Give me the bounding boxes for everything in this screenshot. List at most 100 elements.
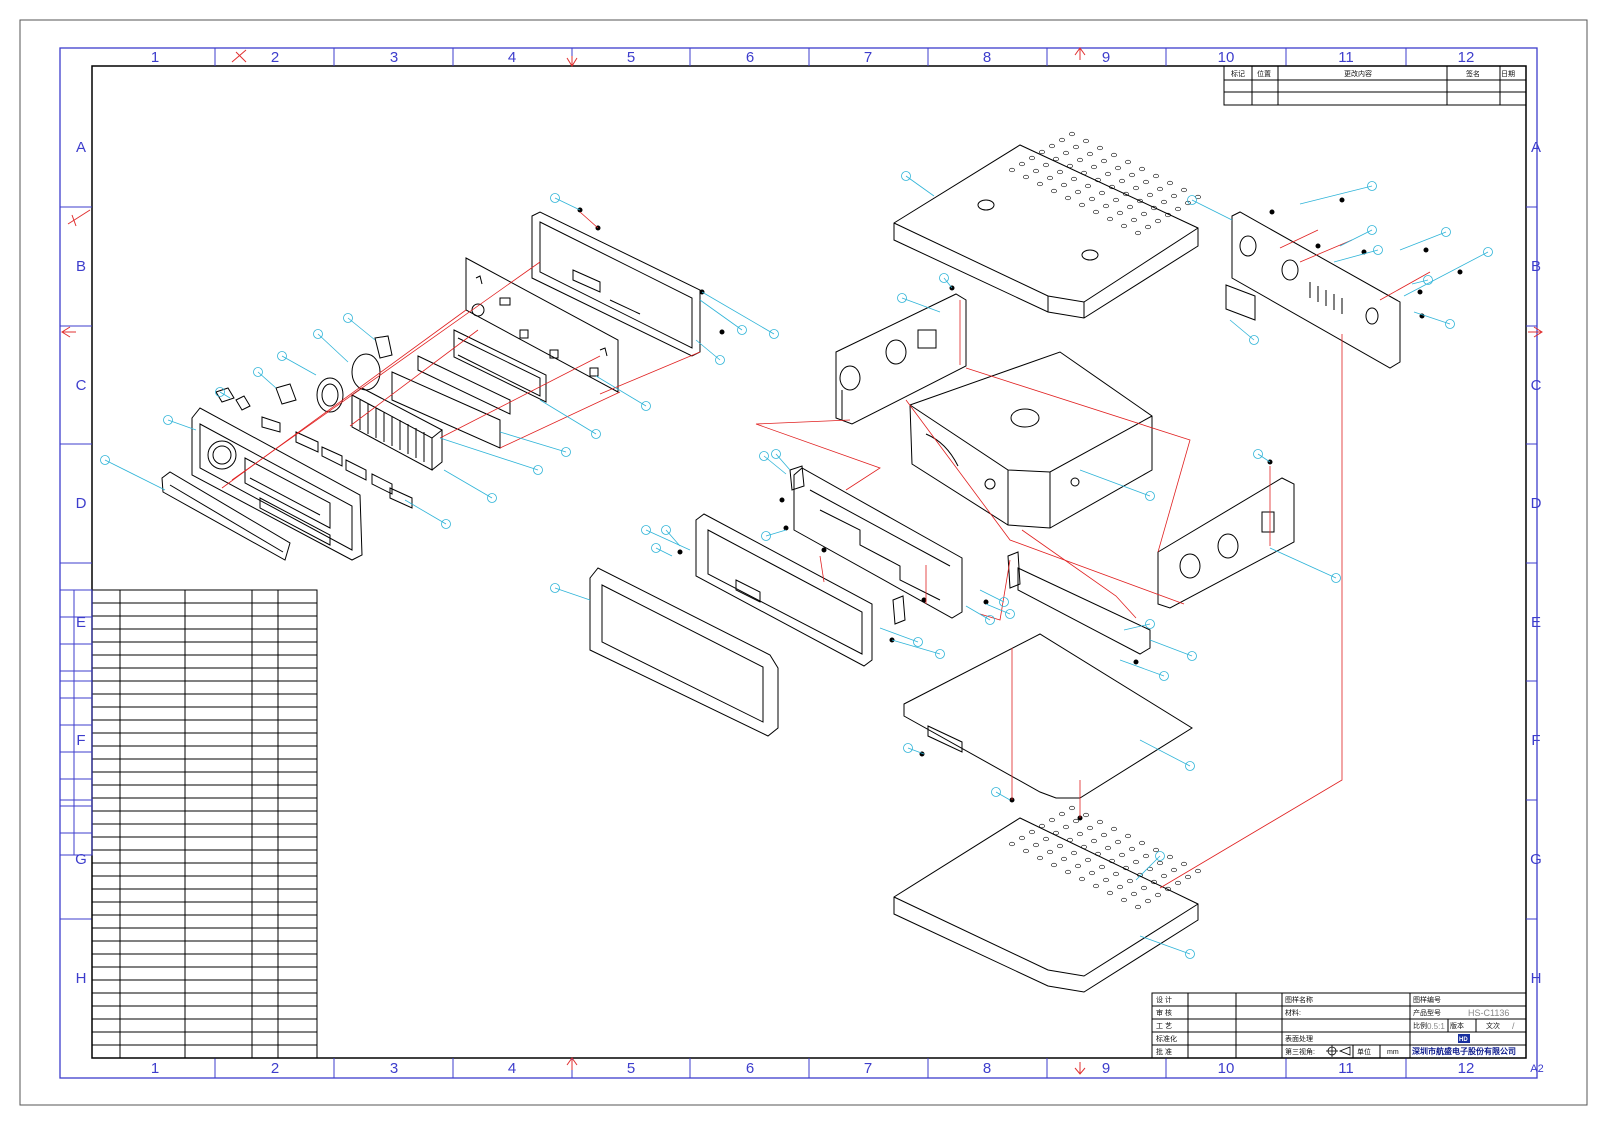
- callout-leader-line: [404, 499, 447, 525]
- vent-hole: [1107, 890, 1113, 896]
- callout-leader-line: [257, 371, 277, 389]
- zone-row-g: G: [75, 851, 87, 868]
- vent-hole: [1063, 824, 1069, 830]
- tb-standardization: 标准化: [1156, 1034, 1177, 1043]
- exploded-parts: [161, 131, 1463, 993]
- zone-row-a-right: A: [1531, 139, 1541, 156]
- zone-col-5: 5: [627, 49, 635, 66]
- zone-col-1-bottom: 1: [151, 1060, 159, 1077]
- vent-hole: [1117, 210, 1123, 216]
- zone-row-f-right: F: [1531, 732, 1540, 749]
- mounting-strip: [1007, 551, 1151, 655]
- callout-leader-line: [554, 587, 591, 601]
- vent-hole: [1059, 811, 1065, 817]
- front-pcb: [465, 257, 619, 393]
- rev-header-content: 更改内容: [1344, 69, 1372, 78]
- vent-hole: [1065, 869, 1071, 875]
- zone-col-5-bottom: 5: [627, 1060, 635, 1077]
- vent-hole: [1065, 195, 1071, 201]
- zone-col-3-bottom: 3: [390, 1060, 398, 1077]
- zone-col-9-bottom: 9: [1102, 1060, 1110, 1077]
- front-bezel-chassis: [695, 513, 873, 667]
- vent-hole: [1097, 145, 1103, 151]
- vent-hole: [1057, 169, 1063, 175]
- vent-hole: [1171, 193, 1177, 199]
- vent-hole: [1143, 179, 1149, 185]
- vent-hole: [1061, 182, 1067, 188]
- tb-drawing-number: 图样编号: [1413, 995, 1441, 1004]
- top-cover: [893, 131, 1201, 319]
- callout-leader-line: [281, 355, 317, 376]
- vent-hole: [1101, 832, 1107, 838]
- vent-hole: [1113, 871, 1119, 877]
- vent-hole: [1073, 144, 1079, 150]
- zone-row-b-right: B: [1531, 258, 1541, 275]
- vent-hole: [1029, 155, 1035, 161]
- zone-row-c-right: C: [1531, 377, 1542, 394]
- vent-hole: [1079, 876, 1085, 882]
- vent-hole: [1075, 189, 1081, 195]
- tb-surface-treatment: 表面处理: [1285, 1034, 1313, 1043]
- bottom-cover: [893, 805, 1201, 993]
- vent-hole: [1155, 892, 1161, 898]
- front-metal-bracket: [793, 467, 963, 619]
- vent-hole: [1069, 805, 1075, 811]
- vent-hole: [1131, 891, 1137, 897]
- zone-row-d-right: D: [1531, 495, 1542, 512]
- vent-hole: [1073, 818, 1079, 824]
- vent-hole: [1135, 904, 1141, 910]
- callout-leader-line: [1123, 623, 1151, 631]
- vent-hole: [1071, 176, 1077, 182]
- zone-col-2: 2: [271, 49, 279, 66]
- vent-hole: [1049, 817, 1055, 823]
- vent-hole: [1087, 151, 1093, 157]
- centering-marks: [61, 47, 1543, 1075]
- outer-zone-frame: [59, 47, 1538, 1079]
- vent-hole: [1157, 186, 1163, 192]
- tb-company-name: 深圳市航盛电子股份有限公司: [1412, 1046, 1516, 1056]
- vent-hole: [1161, 199, 1167, 205]
- vent-hole: [1115, 165, 1121, 171]
- zone-row-h-right: H: [1531, 970, 1542, 987]
- zone-col-8-bottom: 8: [983, 1060, 991, 1077]
- title-block: 设 计 审 核 工 艺 标准化 批 准 图样名称 材料: 表面处理 第三视角: …: [1151, 992, 1527, 1059]
- callout-leader-line: [645, 529, 691, 551]
- small-bracket: [789, 465, 906, 625]
- left-side-plate: [835, 293, 967, 425]
- vent-hole: [1115, 839, 1121, 845]
- tb-product-model: 产品型号: [1413, 1008, 1441, 1017]
- vent-hole: [1051, 188, 1057, 194]
- zone-col-4: 4: [508, 49, 516, 66]
- vent-hole: [1167, 180, 1173, 186]
- zone-row-h: H: [76, 970, 87, 987]
- zone-ticks: [60, 48, 1537, 1078]
- vent-hole: [1091, 164, 1097, 170]
- callout-leader-line: [317, 333, 349, 363]
- front-back-cover: [531, 211, 701, 357]
- callout-leader-line: [905, 175, 935, 197]
- screws: [577, 197, 1463, 821]
- zone-row-d: D: [76, 495, 87, 512]
- lcd-heatsink: [351, 387, 443, 471]
- vent-hole: [1181, 861, 1187, 867]
- rev-header-date: 日期: [1501, 70, 1515, 78]
- vent-hole: [1037, 181, 1043, 187]
- vent-hole: [1125, 159, 1131, 165]
- vent-hole: [1139, 840, 1145, 846]
- callout-leader-line: [1333, 249, 1379, 263]
- callout-leader-line: [1339, 229, 1373, 247]
- vent-hole: [1133, 185, 1139, 191]
- vent-hole: [1023, 848, 1029, 854]
- vent-hole: [1145, 898, 1151, 904]
- zone-col-11-bottom: 11: [1338, 1060, 1354, 1077]
- vent-hole: [1067, 837, 1073, 843]
- tb-scale: 比例: [1413, 1021, 1427, 1030]
- tb-version: 版本: [1450, 1021, 1464, 1030]
- vent-hole: [1019, 161, 1025, 167]
- vent-hole: [1061, 856, 1067, 862]
- zone-col-12-bottom: 12: [1458, 1060, 1475, 1077]
- vent-hole: [1141, 211, 1147, 217]
- vent-hole: [1127, 878, 1133, 884]
- zone-row-a: A: [76, 139, 86, 156]
- vent-hole: [1107, 216, 1113, 222]
